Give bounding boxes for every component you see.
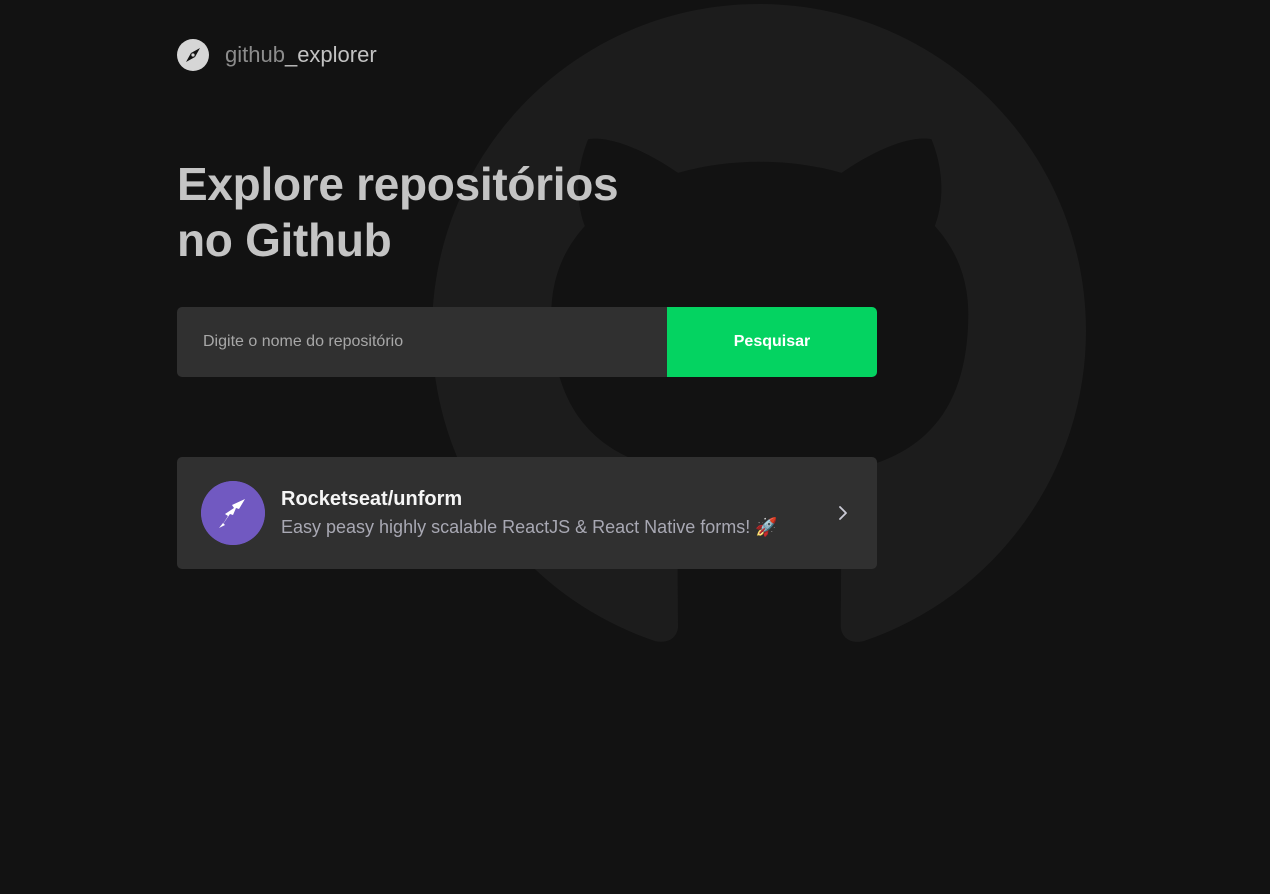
logo-text-github: github: [225, 42, 285, 67]
chevron-right-icon: [839, 506, 847, 520]
logo-text-explorer: _explorer: [284, 42, 377, 67]
repository-description: Easy peasy highly scalable ReactJS & Rea…: [281, 517, 778, 537]
page-title-line-2: no Github: [177, 214, 392, 266]
search-form: Pesquisar: [177, 307, 877, 377]
repository-card[interactable]: Rocketseat/unform Easy peasy highly scal…: [177, 457, 877, 569]
repository-name: Rocketseat/unform: [281, 488, 463, 510]
unform-logo-icon: [201, 481, 265, 545]
repository-info: Rocketseat/unform Easy peasy highly scal…: [281, 487, 821, 539]
repository-search-input[interactable]: [177, 307, 667, 377]
app-logo: github_explorer: [177, 39, 377, 71]
page-title: Explore repositórios no Github: [177, 156, 657, 268]
logo-text: github_explorer: [225, 39, 377, 71]
compass-icon: [177, 39, 209, 71]
repository-list: Rocketseat/unform Easy peasy highly scal…: [177, 457, 877, 569]
page-title-line-1: Explore repositórios: [177, 158, 619, 210]
page: github_explorer Explore repositórios no …: [0, 0, 1270, 894]
search-button[interactable]: Pesquisar: [667, 307, 877, 377]
